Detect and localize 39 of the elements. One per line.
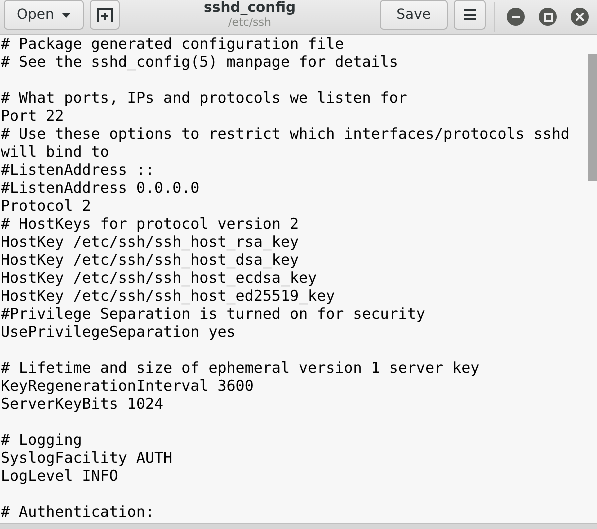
code-line: #ListenAddress :: [1,161,156,179]
caret-icon [62,12,72,18]
code-line: LogLevel INFO [1,467,120,485]
code-line: SyslogFacility AUTH [1,449,174,467]
code-line: # What ports, IPs and protocols we listen for [1,89,408,107]
code-line: Protocol 2 [1,197,92,215]
minimize-button[interactable] [507,8,525,26]
code-line: HostKey /etc/ssh/ssh_host_rsa_key [1,233,300,251]
open-button[interactable]: Open [4,0,84,30]
code-line: # Use these options to restrict which interfaces/protocols sshd [1,125,571,143]
close-button[interactable] [571,8,589,26]
code-line: # Package generated configuration file [1,35,346,53]
new-tab-button[interactable] [90,0,120,30]
code-line: UsePrivilegeSeparation yes [1,323,237,341]
menu-icon [464,9,476,21]
scrollbar-thumb[interactable] [588,54,597,181]
code-line: #ListenAddress 0.0.0.0 [1,179,201,197]
file-path: /etc/ssh [228,16,272,28]
code-line: # Authentication: [1,503,156,521]
code-line: #Privilege Separation is turned on for security [1,305,426,323]
maximize-button[interactable] [539,8,557,26]
new-document-icon [97,8,114,22]
code-line: HostKey /etc/ssh/ssh_host_dsa_key [1,251,300,269]
code-line: KeyRegenerationInterval 3600 [1,377,255,395]
close-icon [576,13,584,21]
code-line: will bind to [1,143,110,161]
save-button[interactable]: Save [380,0,448,30]
code-line: # Lifetime and size of ephemeral version 1 server key [1,359,481,377]
code-line: HostKey /etc/ssh/ssh_host_ed25519_key [1,287,336,305]
code-line: HostKey /etc/ssh/ssh_host_ecdsa_key [1,269,318,287]
code-line: # HostKeys for protocol version 2 [1,215,300,233]
maximize-icon [544,12,552,22]
minimize-icon [512,16,520,18]
menu-button[interactable] [454,0,486,30]
code-line: # See the sshd_config(5) manpage for details [1,53,400,71]
window-title: sshd_config [204,0,296,16]
code-line: Port 22 [1,107,66,125]
code-line: ServerKeyBits 1024 [1,395,165,413]
code-line: # Logging [1,431,84,449]
